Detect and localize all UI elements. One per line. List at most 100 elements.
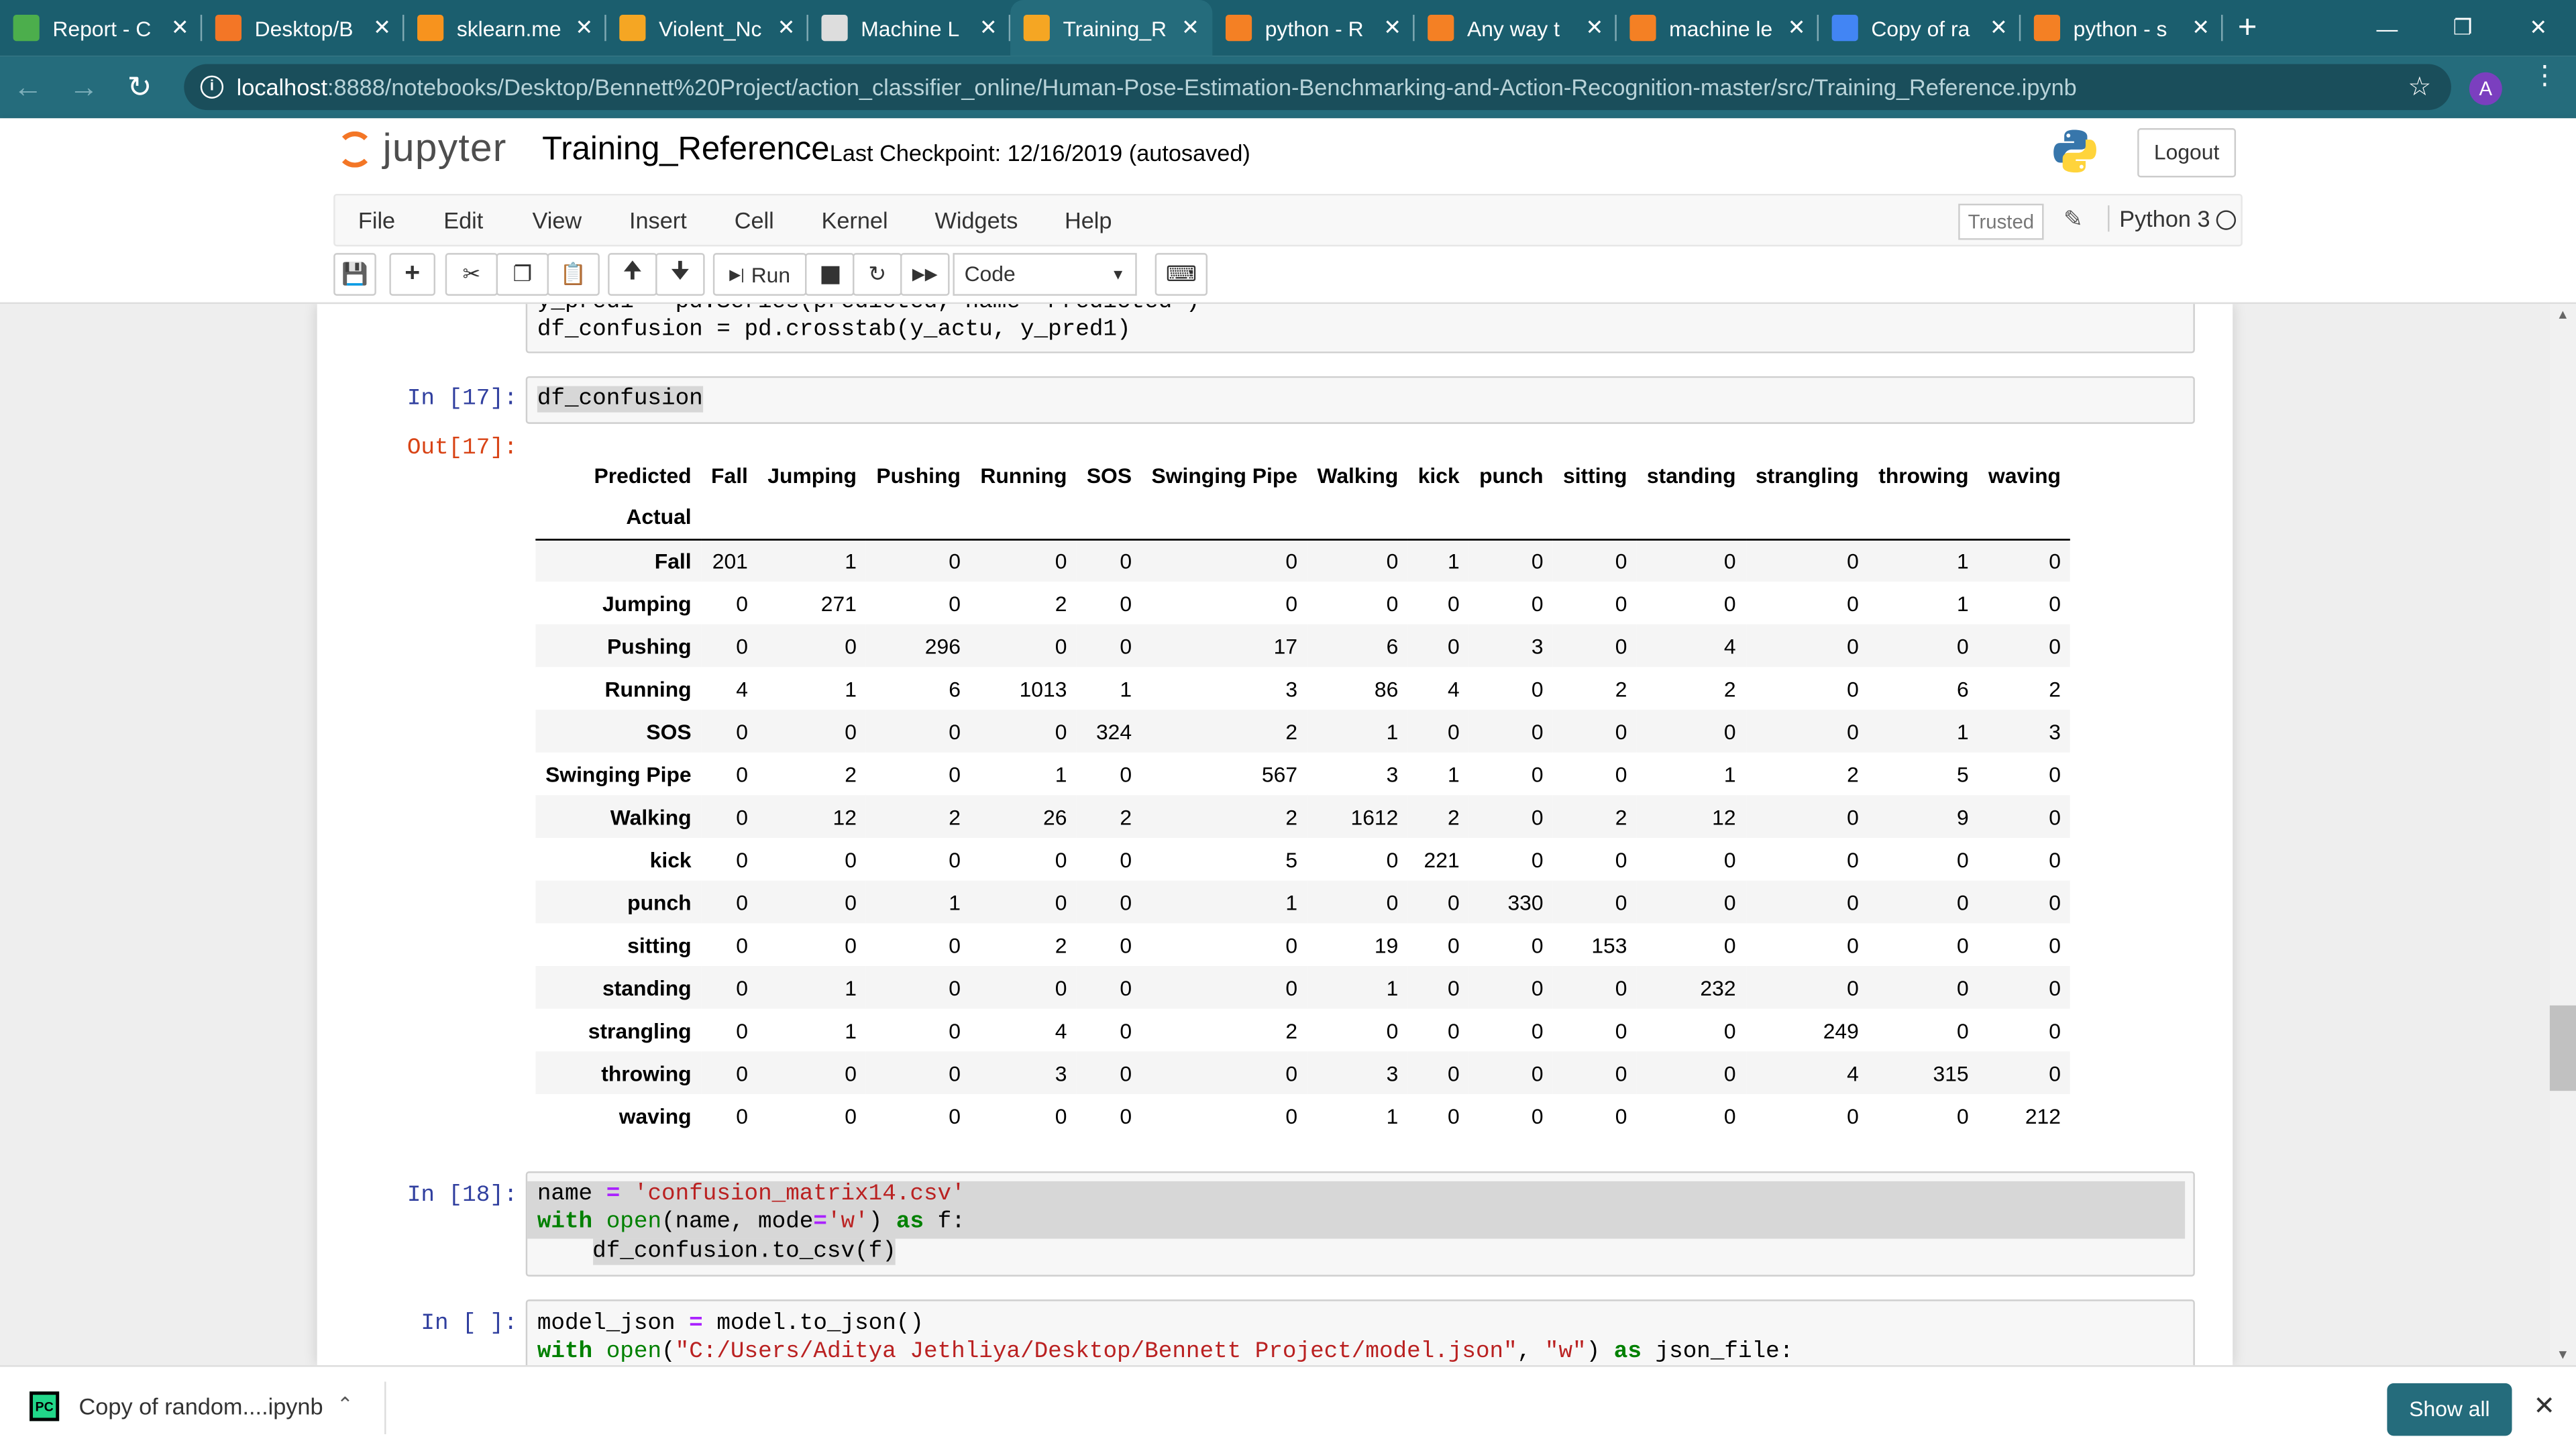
tab-close-icon[interactable]: ✕ bbox=[373, 15, 391, 41]
new-tab-icon[interactable]: + bbox=[2222, 9, 2271, 46]
table-cell: 0 bbox=[1120, 548, 1132, 574]
menu-kernel[interactable]: Kernel bbox=[822, 207, 888, 233]
back-arrow-icon[interactable]: ← bbox=[0, 70, 56, 104]
menu-file[interactable]: File bbox=[358, 207, 395, 233]
column-header: punch bbox=[1479, 462, 1544, 488]
move-down-button[interactable]: 🠋 bbox=[655, 253, 705, 296]
table-cell: 0 bbox=[1120, 761, 1132, 786]
table-cell: 0 bbox=[1531, 1018, 1544, 1042]
table-cell: 0 bbox=[1120, 1018, 1132, 1042]
restore-icon[interactable]: ❐ bbox=[2425, 0, 2501, 56]
insert-cell-button[interactable]: + bbox=[389, 253, 435, 296]
table-cell: 0 bbox=[1956, 932, 1969, 957]
table-cell: 0 bbox=[736, 590, 748, 616]
browser-tab[interactable]: python - s ✕ bbox=[2021, 0, 2223, 56]
code-cell-18[interactable]: name = 'confusion_matrix14.csv' with ope… bbox=[525, 1171, 2195, 1277]
table-cell: 0 bbox=[1723, 932, 1736, 957]
restart-run-all-button[interactable]: ▶▶ bbox=[900, 253, 950, 296]
notebook-title[interactable]: Training_Reference bbox=[542, 131, 829, 169]
move-up-button[interactable]: 🠉 bbox=[608, 253, 657, 296]
tab-close-icon[interactable]: ✕ bbox=[979, 15, 998, 41]
restart-button[interactable]: ↻ bbox=[853, 253, 902, 296]
browser-tab[interactable]: Violent_Nc ✕ bbox=[606, 0, 808, 56]
tab-close-icon[interactable]: ✕ bbox=[2192, 15, 2210, 41]
jupyter-logo[interactable]: jupyter bbox=[337, 125, 507, 174]
menu-edit[interactable]: Edit bbox=[443, 207, 483, 233]
table-cell: 5 bbox=[1956, 761, 1969, 786]
table-cell: 3 bbox=[2049, 718, 2061, 744]
show-all-button[interactable]: Show all bbox=[2387, 1383, 2512, 1436]
table-cell: 0 bbox=[949, 932, 961, 957]
chevron-up-icon[interactable]: ⌃ bbox=[337, 1393, 354, 1416]
reload-icon[interactable]: ↻ bbox=[112, 70, 168, 104]
close-window-icon[interactable]: ✕ bbox=[2500, 0, 2576, 56]
tab-title: Desktop/B bbox=[254, 15, 354, 41]
tab-close-icon[interactable]: ✕ bbox=[171, 15, 189, 41]
minimize-icon[interactable]: — bbox=[2349, 0, 2425, 56]
scroll-down-icon[interactable]: ▼ bbox=[2557, 1347, 2569, 1362]
table-cell: 0 bbox=[1447, 633, 1460, 658]
browser-tab[interactable]: Training_R ✕ bbox=[1010, 0, 1213, 56]
browser-tab[interactable]: Desktop/B ✕ bbox=[202, 0, 405, 56]
run-button[interactable]: ▶| Run bbox=[712, 253, 807, 296]
interrupt-button[interactable] bbox=[805, 253, 855, 296]
tab-close-icon[interactable]: ✕ bbox=[575, 15, 593, 41]
profile-avatar[interactable]: A bbox=[2469, 72, 2502, 105]
tab-close-icon[interactable]: ✕ bbox=[1383, 15, 1401, 41]
bookmark-star-icon[interactable]: ☆ bbox=[2408, 70, 2431, 103]
forward-arrow-icon[interactable]: → bbox=[56, 70, 111, 104]
table-cell: 0 bbox=[845, 932, 857, 957]
tab-close-icon[interactable]: ✕ bbox=[1181, 15, 1199, 41]
command-palette-button[interactable]: ⌨ bbox=[1155, 253, 1208, 296]
menu-insert[interactable]: Insert bbox=[629, 207, 687, 233]
browser-tab[interactable]: Machine L ✕ bbox=[808, 0, 1011, 56]
tab-close-icon[interactable]: ✕ bbox=[1586, 15, 1604, 41]
tab-close-icon[interactable]: ✕ bbox=[777, 15, 796, 41]
paste-button[interactable]: 📋 bbox=[547, 253, 600, 296]
table-cell: 0 bbox=[1531, 932, 1544, 957]
menu-cell[interactable]: Cell bbox=[735, 207, 774, 233]
menu-help[interactable]: Help bbox=[1065, 207, 1112, 233]
browser-tab[interactable]: Report - C ✕ bbox=[0, 0, 203, 56]
code-cell-previous[interactable]: y_pred1 = pd.Series(predicted, name='Pre… bbox=[525, 304, 2195, 354]
tab-close-icon[interactable]: ✕ bbox=[1788, 15, 1806, 41]
browser-tab[interactable]: sklearn.me ✕ bbox=[404, 0, 606, 56]
table-cell: 271 bbox=[820, 590, 857, 616]
vertical-scrollbar[interactable]: ▲ ▼ bbox=[2549, 304, 2576, 1366]
cell-type-select[interactable]: Code ▼ bbox=[953, 253, 1137, 296]
row-label: punch bbox=[627, 890, 692, 914]
trusted-badge[interactable]: Trusted bbox=[1958, 203, 2044, 240]
url-field[interactable]: i localhost:8888/notebooks/Desktop/Benne… bbox=[184, 64, 2451, 111]
table-cell: 1 bbox=[1956, 718, 1969, 744]
browser-tab[interactable]: machine le ✕ bbox=[1617, 0, 1819, 56]
browser-menu-icon[interactable]: ⋮ bbox=[2532, 63, 2558, 89]
table-cell: 0 bbox=[1447, 975, 1460, 1000]
code-cell-empty[interactable]: model_json = model.to_json() with open("… bbox=[525, 1299, 2195, 1366]
browser-tab[interactable]: Any way t ✕ bbox=[1415, 0, 1617, 56]
table-cell: 0 bbox=[1723, 590, 1736, 616]
column-header: sitting bbox=[1562, 462, 1627, 488]
browser-tab[interactable]: Copy of ra ✕ bbox=[1819, 0, 2021, 56]
row-label: standing bbox=[602, 975, 692, 1000]
kernel-name[interactable]: Python 3 bbox=[2108, 205, 2210, 232]
scrollbar-thumb[interactable] bbox=[2549, 1005, 2576, 1091]
tab-close-icon[interactable]: ✕ bbox=[1990, 15, 2008, 41]
menu-view[interactable]: View bbox=[532, 207, 582, 233]
docs-icon bbox=[1831, 15, 1858, 42]
download-bar: PC Copy of random....ipynb ⌃ Show all ✕ bbox=[0, 1365, 2576, 1449]
row-label: Jumping bbox=[602, 590, 692, 616]
cut-button[interactable]: ✂ bbox=[445, 253, 498, 296]
code-cell-17[interactable]: df_confusion bbox=[525, 376, 2195, 424]
menu-widgets[interactable]: Widgets bbox=[934, 207, 1018, 233]
copy-button[interactable]: ❐ bbox=[496, 253, 549, 296]
browser-tab[interactable]: python - R ✕ bbox=[1212, 0, 1415, 56]
table-row: Walking 0 12 2 26 2 2 1612 2 0 2 12 0 9 0 bbox=[535, 795, 2071, 838]
close-icon[interactable]: ✕ bbox=[2533, 1390, 2555, 1423]
sklearn-icon bbox=[417, 15, 444, 42]
scroll-up-icon[interactable]: ▲ bbox=[2557, 307, 2569, 322]
info-icon[interactable]: i bbox=[200, 75, 224, 99]
logout-button[interactable]: Logout bbox=[2137, 128, 2237, 178]
pencil-icon[interactable]: ✎ bbox=[2063, 205, 2083, 233]
download-item[interactable]: PC Copy of random....ipynb bbox=[30, 1391, 323, 1421]
save-button[interactable]: 💾 bbox=[333, 253, 376, 296]
